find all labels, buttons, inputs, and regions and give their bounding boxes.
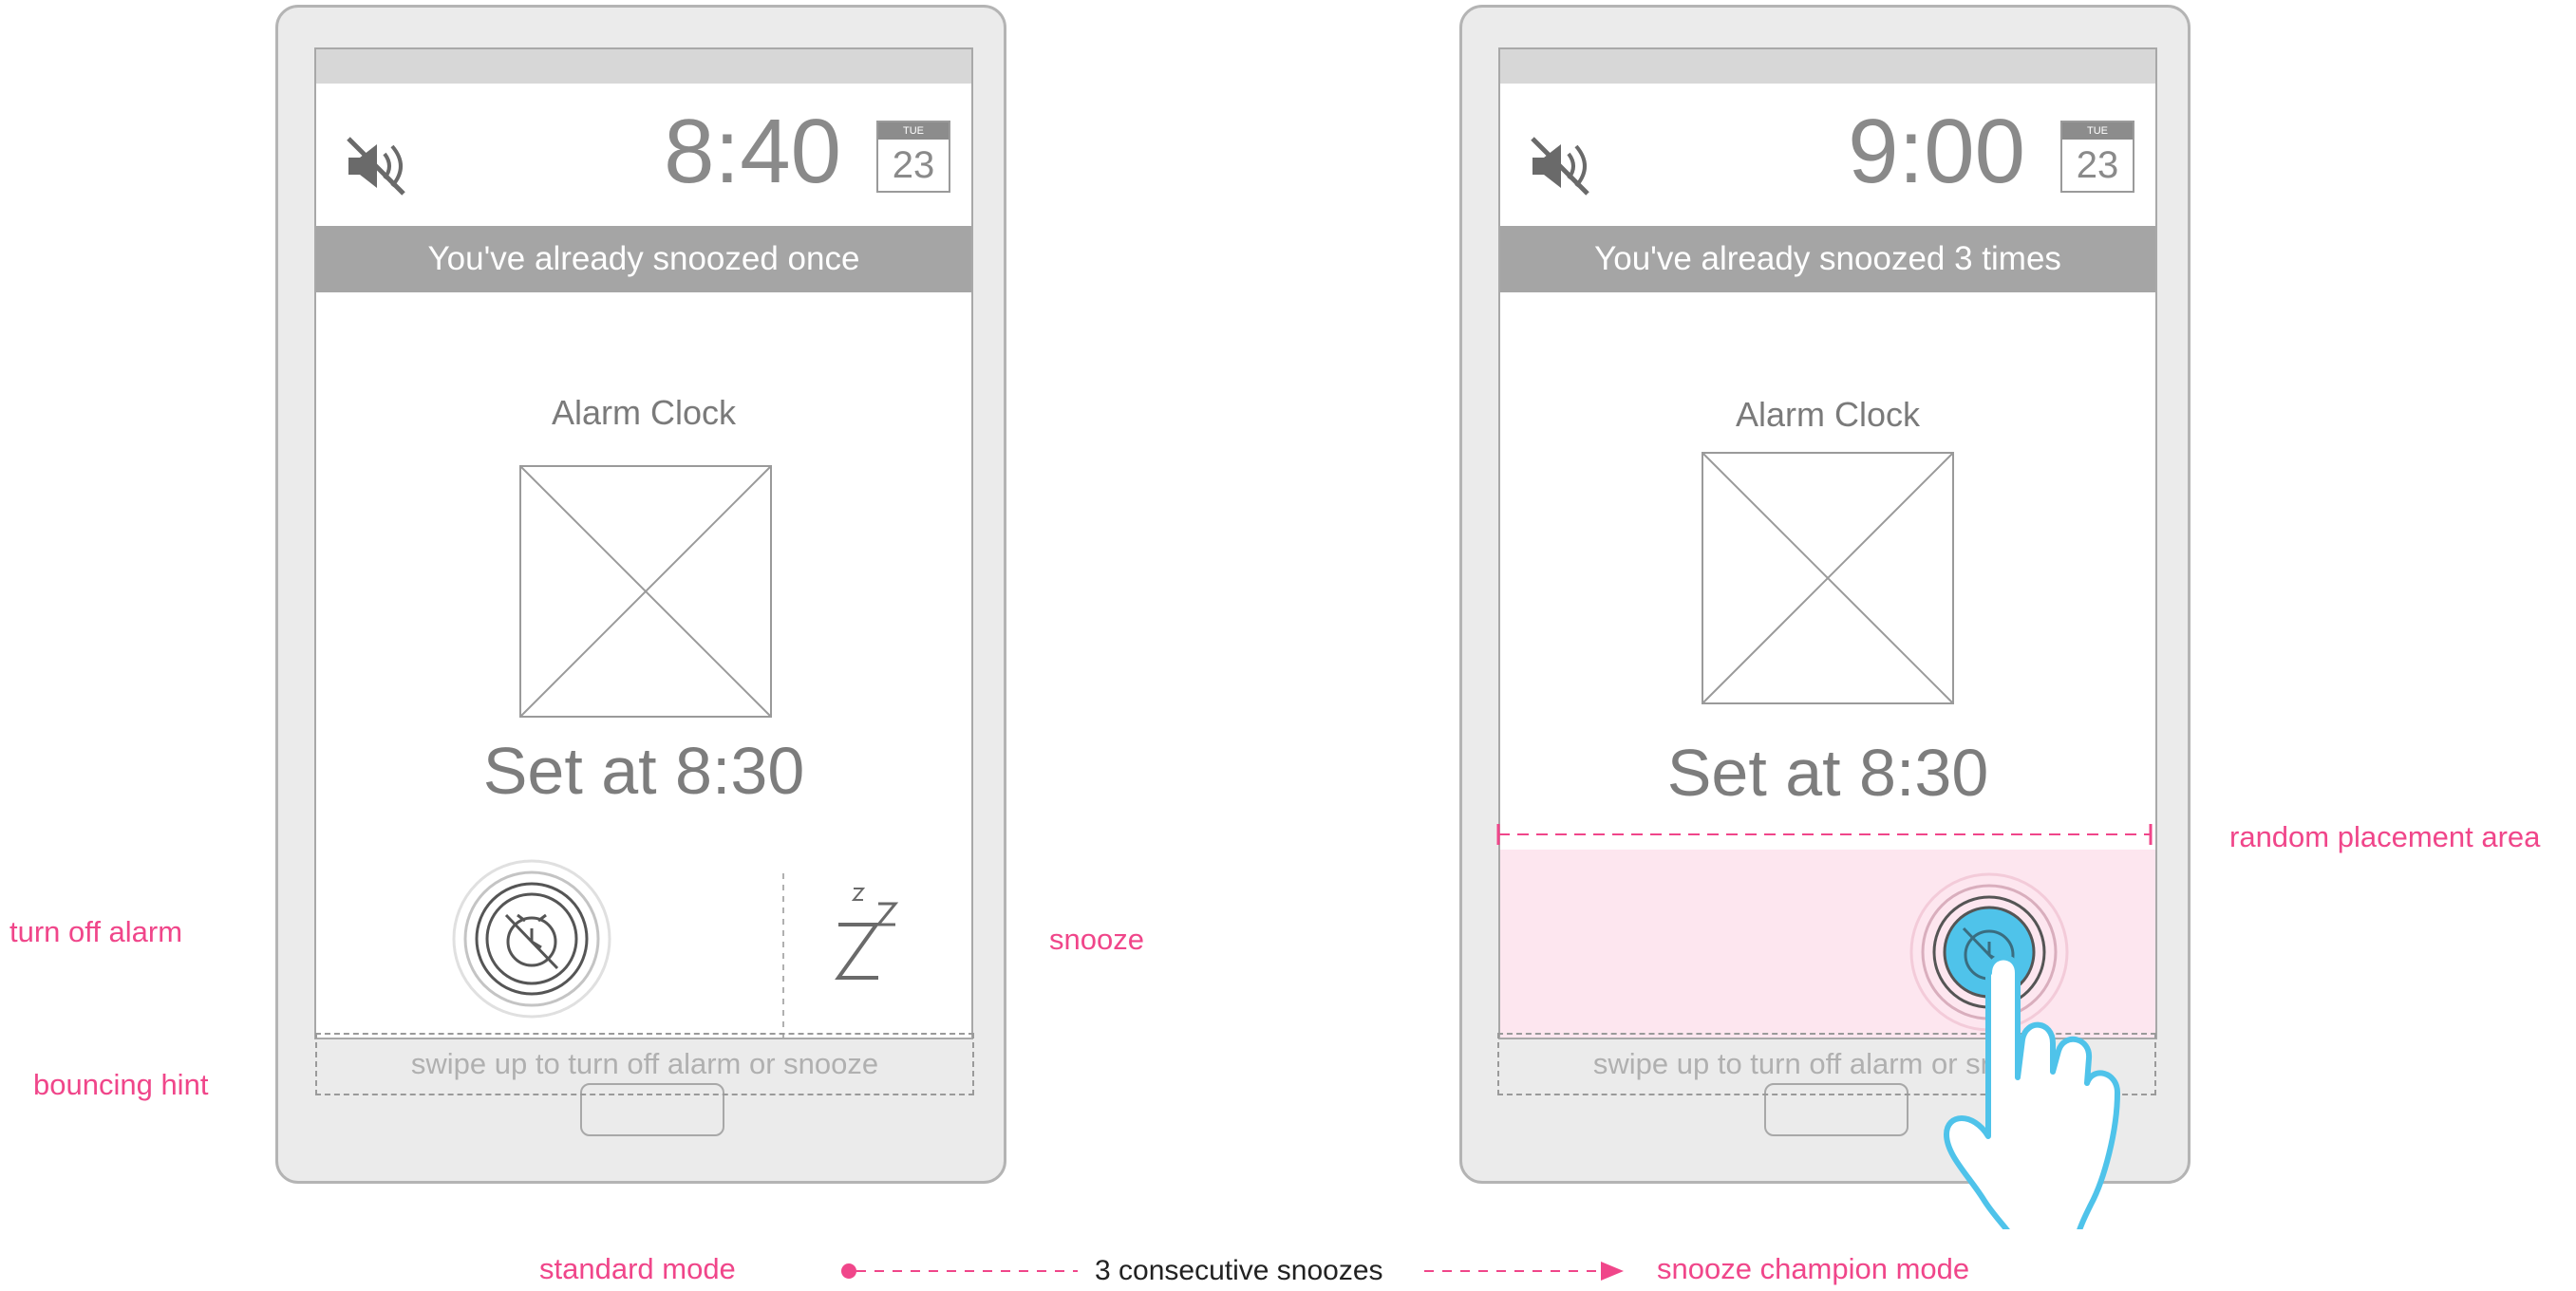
current-time: 9:00 (1848, 101, 2025, 202)
app-title: Alarm Clock (1735, 395, 1921, 434)
label-random-placement-area: random placement area (2229, 820, 2541, 853)
date-calendar-icon: TUE 23 (2060, 121, 2134, 193)
random-placement-dimension (1496, 824, 2153, 845)
label-champion-mode: snooze champion mode (1657, 1252, 1970, 1285)
speaker-muted-icon[interactable] (1527, 133, 1593, 199)
status-bar (316, 49, 971, 84)
calendar-weekday: TUE (2062, 122, 2133, 140)
label-snooze: snooze (1049, 923, 1144, 956)
label-transition: 3 consecutive snoozes (1095, 1255, 1383, 1286)
image-placeholder (519, 465, 772, 718)
alarm-set-time: Set at 8:30 (482, 734, 805, 808)
image-placeholder (1702, 452, 1954, 704)
label-turn-off-alarm: turn off alarm (9, 915, 183, 948)
label-standard-mode: standard mode (539, 1252, 736, 1285)
app-title: Alarm Clock (551, 393, 737, 432)
date-calendar-icon: TUE 23 (876, 121, 950, 193)
speaker-muted-icon[interactable] (343, 133, 409, 199)
zone-divider (782, 873, 784, 1038)
alarm-set-time: Set at 8:30 (1666, 736, 1989, 810)
transition-arrow-end (1424, 1262, 1624, 1281)
transition-arrow-start (841, 1263, 1078, 1279)
calendar-day: 23 (892, 144, 935, 186)
phone-standard-mode: 8:40 TUE 23 You've already snoozed once … (275, 5, 1006, 1184)
zzz-icon[interactable] (831, 885, 916, 989)
status-bar (1500, 49, 2155, 84)
current-time: 8:40 (664, 101, 841, 202)
calendar-day: 23 (2076, 144, 2119, 186)
snooze-count-banner: You've already snoozed 3 times (1500, 226, 2155, 292)
pointing-hand-icon (1944, 954, 2120, 1229)
snooze-count-banner: You've already snoozed once (316, 226, 971, 292)
screen: 9:00 TUE 23 You've already snoozed 3 tim… (1498, 47, 2157, 1039)
label-bouncing-hint: bouncing hint (33, 1068, 209, 1101)
screen: 8:40 TUE 23 You've already snoozed once … (314, 47, 973, 1039)
alarm-off-icon[interactable] (451, 858, 612, 1020)
calendar-weekday: TUE (878, 122, 949, 140)
swipe-hint: swipe up to turn off alarm or snooze (315, 1033, 974, 1095)
